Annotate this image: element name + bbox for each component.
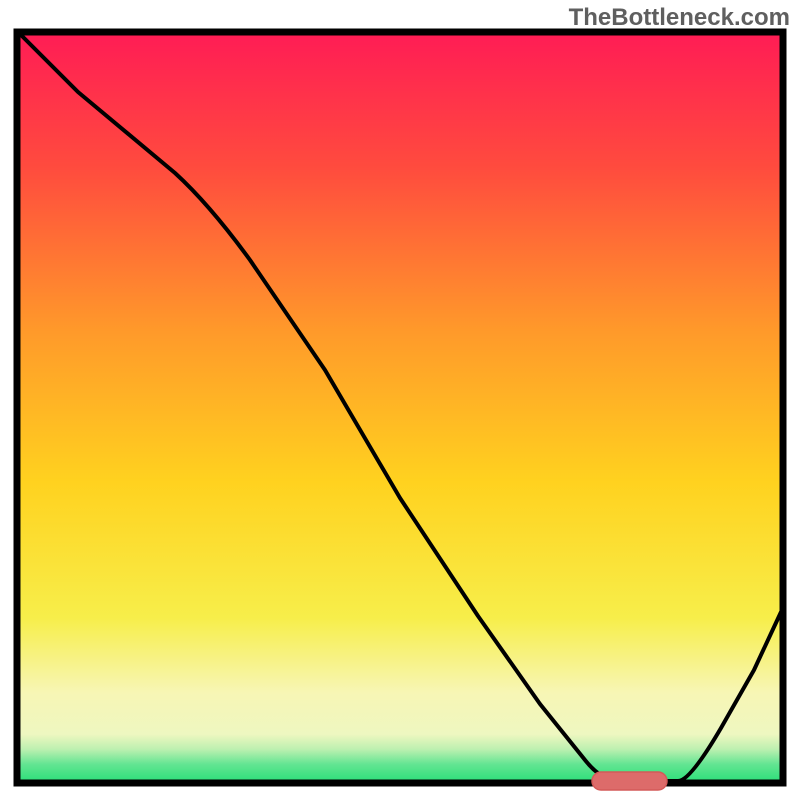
plot-background [17,32,783,783]
bottleneck-chart [0,0,800,800]
attribution-label: TheBottleneck.com [569,4,790,32]
chart-container: TheBottleneck.com [0,0,800,800]
optimum-marker [592,772,667,790]
